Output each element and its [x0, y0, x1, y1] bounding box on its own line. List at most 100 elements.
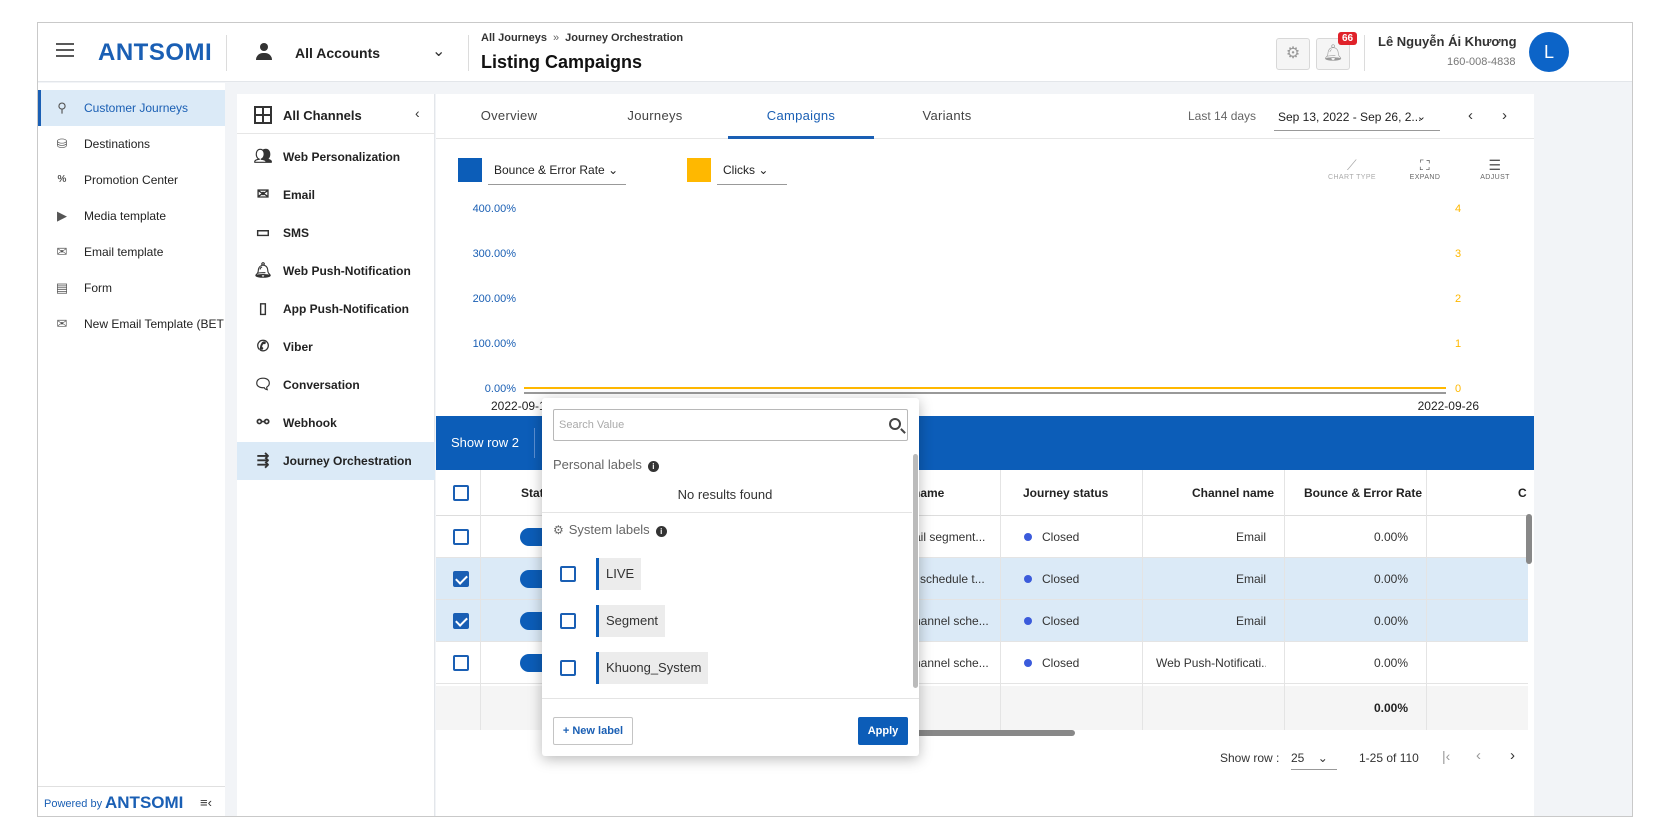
column-journey-status[interactable]: Journey status [1023, 486, 1108, 500]
y-right-tick-label: 4 [1455, 203, 1461, 215]
show-row-label[interactable]: Show row 2 [451, 435, 519, 450]
chevron-down-icon: ⌄ [1317, 751, 1328, 765]
channel-email[interactable]: ✉ Email [237, 176, 435, 214]
next-range-button[interactable]: › [1502, 107, 1507, 124]
chart-type-button[interactable]: ⟋ CHART TYPE [1326, 156, 1378, 181]
settings-button[interactable]: ⚙ [1276, 38, 1310, 70]
sidebar-item-form[interactable]: ▤ Form [38, 270, 225, 306]
tab-variants[interactable]: Variants [874, 94, 1020, 139]
select-all-checkbox[interactable] [453, 485, 469, 501]
column-status[interactable]: Stat [521, 486, 544, 500]
column-channel-name[interactable]: Channel name [1192, 486, 1274, 500]
sidebar-item-customer-journeys[interactable]: ⚲ Customer Journeys [38, 90, 225, 126]
row-checkbox[interactable] [453, 529, 469, 545]
all-channels-header[interactable]: All Channels ‹ [237, 94, 435, 134]
sidebar-item-new-email-template[interactable]: ✉ New Email Template (BET [38, 306, 225, 342]
channel-label: Web Push-Notification [283, 264, 411, 278]
channel-web-personalization[interactable]: 👥︎ Web Personalization [237, 138, 435, 176]
horizontal-scrollbar[interactable] [910, 730, 1075, 736]
menu-icon[interactable] [56, 43, 74, 57]
form-icon: ▤ [55, 280, 69, 295]
row-checkbox[interactable] [453, 655, 469, 671]
sidebar-item-email-template[interactable]: ✉ Email template [38, 234, 225, 270]
destination-icon: ⛁ [56, 136, 68, 151]
label-checkbox[interactable] [560, 660, 576, 676]
sidebar-item-promotion-center[interactable]: % Promotion Center [38, 162, 225, 198]
label-checkbox[interactable] [560, 566, 576, 582]
expand-button[interactable]: ⛶ EXPAND [1402, 156, 1448, 181]
collapse-panel-icon[interactable]: ‹ [415, 105, 420, 121]
tab-journeys[interactable]: Journeys [582, 94, 728, 139]
info-icon[interactable]: i [647, 461, 659, 472]
gear-icon: ⚙ [1285, 45, 1301, 62]
prev-range-button[interactable]: ‹ [1468, 107, 1473, 124]
column-clicks[interactable]: C [1518, 486, 1527, 500]
channel-web-push[interactable]: 🔔︎ Web Push-Notification [237, 252, 435, 290]
sms-icon: ▭ [255, 224, 271, 241]
row-bounce: 0.00% [1373, 572, 1408, 586]
y-right-tick-label: 0 [1455, 383, 1461, 395]
row-checkbox[interactable] [453, 613, 469, 629]
first-page-button[interactable]: |‹ [1442, 748, 1450, 764]
channel-conversation[interactable]: 🗨︎ Conversation [237, 366, 435, 404]
prev-page-button[interactable]: ‹ [1476, 747, 1481, 764]
column-divider [1142, 470, 1143, 730]
row-channel: Email [1235, 572, 1266, 586]
rows-per-page-select[interactable]: 25 ⌄ [1291, 751, 1337, 770]
collapse-sidebar-icon[interactable]: ≡‹ [200, 795, 212, 810]
row-status-text: Closed [1042, 572, 1080, 586]
label-chip: LIVE [596, 558, 642, 590]
metric1-select[interactable]: Bounce & Error Rate ⌄ [488, 156, 626, 185]
user-id: 160-008-4838 [1447, 56, 1516, 68]
viber-icon: ✆ [256, 338, 270, 355]
no-results-message: No results found [677, 487, 773, 502]
apply-button[interactable]: Apply [858, 717, 908, 745]
row-status-text: Closed [1042, 530, 1080, 544]
popover-scrollbar[interactable] [913, 454, 918, 688]
channel-sms[interactable]: ▭ SMS [237, 214, 435, 252]
sidebar-item-media-template[interactable]: ▶ Media template [38, 198, 225, 234]
next-page-button[interactable]: › [1510, 747, 1515, 764]
popover-footer-divider [542, 698, 919, 699]
row-name[interactable]: l schedule t... [914, 572, 985, 586]
breadcrumb-journey-orchestration[interactable]: Journey Orchestration [565, 32, 683, 44]
channel-viber[interactable]: ✆ Viber [237, 328, 435, 366]
info-icon[interactable]: i [655, 526, 667, 537]
notification-badge: 66 [1338, 32, 1358, 45]
row-channel: Email [1235, 614, 1266, 628]
personal-labels-text: Personal labels [553, 457, 642, 472]
channel-label: Email [283, 188, 316, 202]
sidebar-item-label: Form [84, 281, 112, 295]
date-range-select[interactable]: Sep 13, 2022 - Sep 26, 2... ⌄ [1274, 103, 1440, 131]
metric2-color-swatch [687, 158, 711, 182]
row-name[interactable]: ail segment... [914, 530, 985, 544]
breadcrumb-all-journeys[interactable]: All Journeys [481, 32, 547, 44]
search-input[interactable]: Search Value [553, 409, 908, 441]
vertical-scrollbar[interactable] [1526, 514, 1532, 564]
channel-journey-orchestration[interactable]: ⇶ Journey Orchestration [237, 442, 435, 480]
row-checkbox[interactable] [453, 571, 469, 587]
channel-webhook[interactable]: ⚯ Webhook [237, 404, 435, 442]
adjust-button[interactable]: ☰ ADJUST [1472, 156, 1518, 181]
channel-label: Webhook [283, 416, 337, 430]
row-name[interactable]: hannel sche... [914, 614, 989, 628]
media-icon: ▶ [57, 208, 67, 223]
chart-type-label: CHART TYPE [1328, 174, 1376, 181]
column-divider [1426, 470, 1427, 730]
new-label-button[interactable]: + New label [553, 717, 633, 745]
row-bounce: 0.00% [1373, 614, 1408, 628]
tab-campaigns[interactable]: Campaigns [728, 94, 874, 139]
avatar[interactable]: L [1529, 32, 1569, 72]
channel-app-push[interactable]: ▯ App Push-Notification [237, 290, 435, 328]
column-divider [1000, 470, 1001, 730]
adjust-icon: ☰ [1488, 157, 1502, 173]
column-bounce-error-rate[interactable]: Bounce & Error Rate [1304, 486, 1422, 500]
rows-per-page-value: 25 [1291, 751, 1305, 765]
row-name[interactable]: hannel sche... [914, 656, 989, 670]
metric2-select[interactable]: Clicks ⌄ [717, 156, 787, 185]
label-checkbox[interactable] [560, 613, 576, 629]
brand-logo[interactable]: ANTSOMI [98, 39, 212, 67]
page-range: 1-25 of 110 [1359, 751, 1419, 765]
tab-overview[interactable]: Overview [436, 94, 582, 139]
sidebar-item-destinations[interactable]: ⛁ Destinations [38, 126, 225, 162]
